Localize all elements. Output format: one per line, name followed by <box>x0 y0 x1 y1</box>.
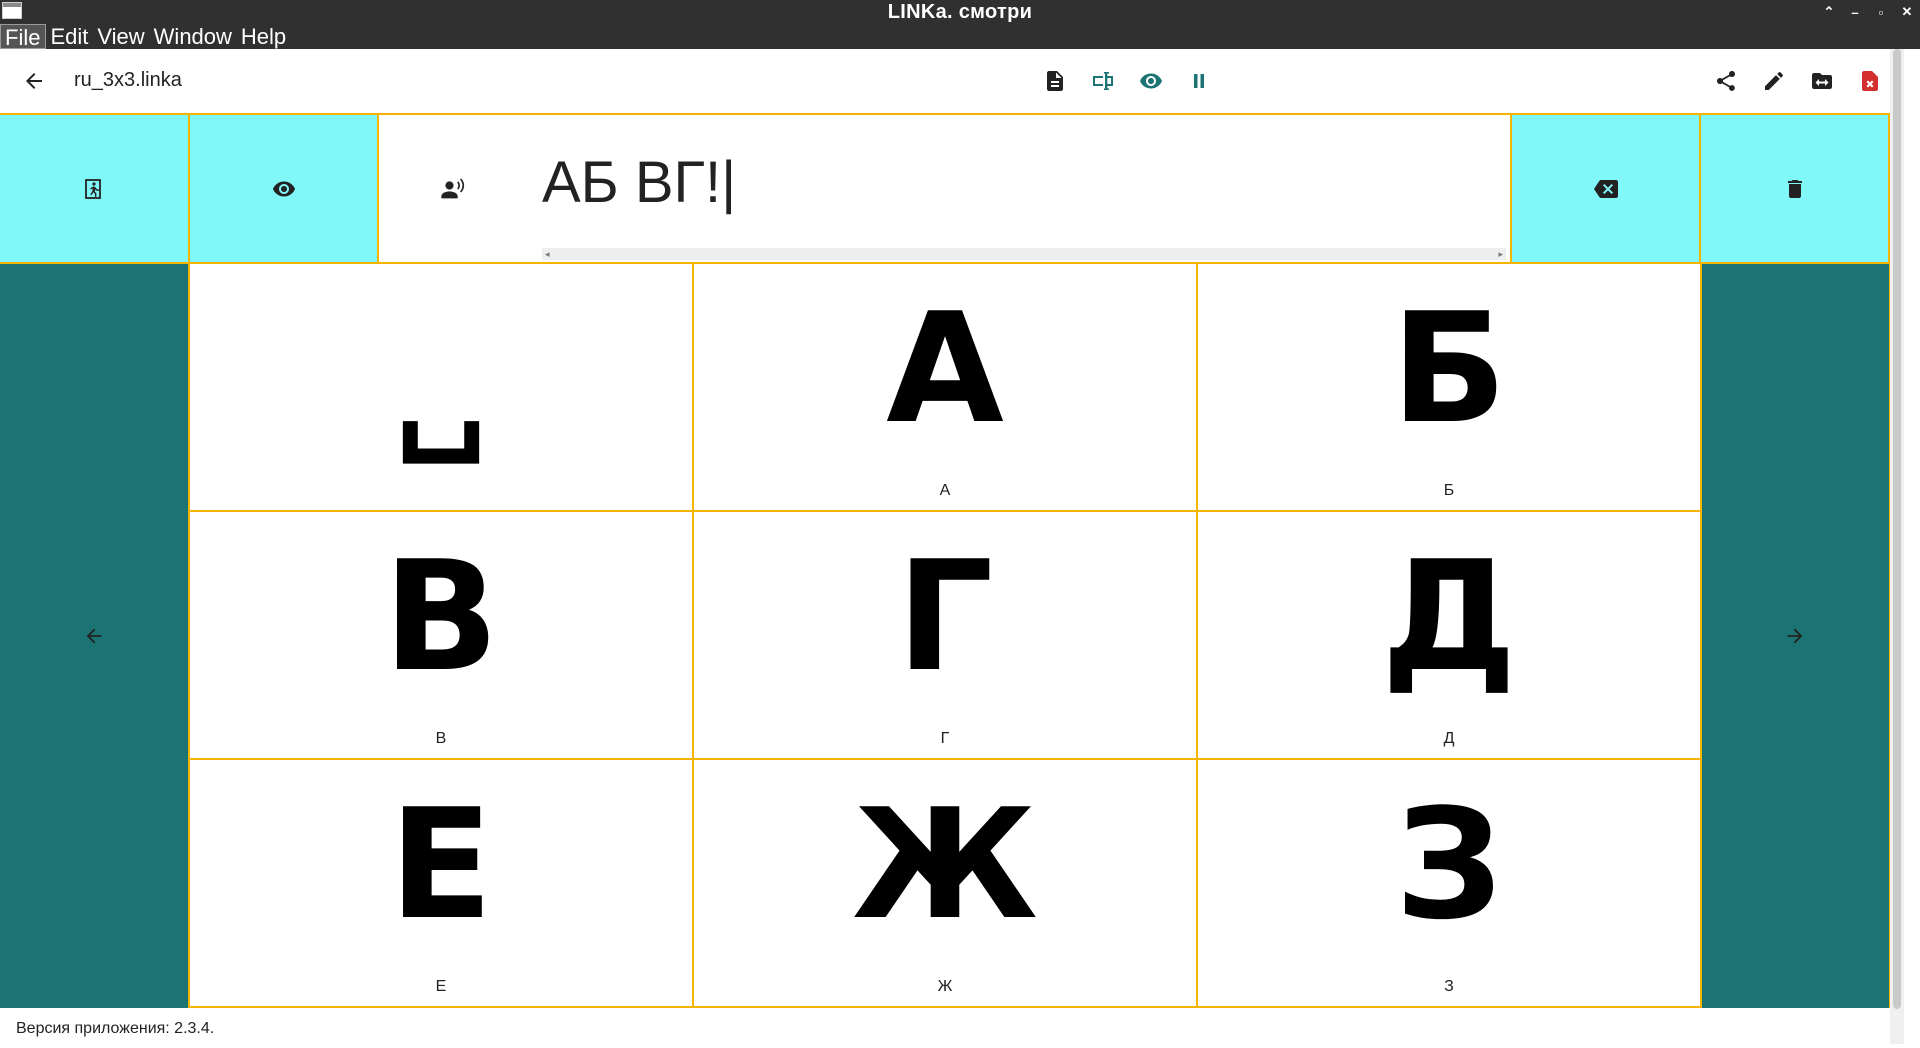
letter-cell[interactable]: А А <box>694 264 1198 512</box>
output-text: АБ ВГ!| <box>542 150 737 215</box>
pause-icon <box>1194 74 1204 88</box>
arrow-left-icon <box>26 73 42 89</box>
open-folder-button[interactable] <box>1802 61 1842 101</box>
folder-swap-icon <box>1812 73 1832 89</box>
text-cursor-button[interactable] <box>1083 61 1123 101</box>
cell-caption: З <box>1444 978 1454 995</box>
text-cursor-icon <box>1093 72 1113 90</box>
window-title: LINKa. смотри <box>887 1 1033 23</box>
document-button[interactable] <box>1035 61 1075 101</box>
cell-caption: Г <box>940 730 950 747</box>
version-text: Версия приложения: 2.3.4. <box>16 1020 215 1037</box>
cell-glyph: Ж <box>851 776 1039 953</box>
letter-cell[interactable]: Ж Ж <box>694 760 1198 1008</box>
cell-caption: Е <box>435 978 447 995</box>
cell-glyph: А <box>886 280 1004 457</box>
output-row: АБ ВГ!| ◂ ▸ <box>0 113 1890 264</box>
exit-icon <box>85 178 101 199</box>
letter-cell[interactable]: Д Д <box>1198 512 1702 760</box>
cell-glyph: В <box>383 528 499 705</box>
output-text-area[interactable]: АБ ВГ!| ◂ ▸ <box>379 115 1512 262</box>
status-bar: Версия приложения: 2.3.4. <box>0 1008 1890 1048</box>
cell-glyph: Д <box>1381 528 1517 705</box>
edit-button[interactable] <box>1754 61 1794 101</box>
letter-cell[interactable]: З З <box>1198 760 1702 1008</box>
cell-caption: Д <box>1443 730 1455 747</box>
menu-help[interactable]: Help <box>237 24 291 49</box>
scroll-right-icon[interactable]: ▸ <box>1498 248 1503 260</box>
scrollbar-thumb[interactable] <box>1893 49 1901 1009</box>
app-toolbar: ru_3x3.linka <box>0 49 1900 113</box>
share-icon <box>1717 71 1735 91</box>
eye-tile[interactable] <box>190 115 379 262</box>
prev-page-button[interactable] <box>0 264 190 1008</box>
delete-file-icon <box>1862 71 1878 91</box>
menu-view[interactable]: View <box>93 24 149 49</box>
pause-button[interactable] <box>1179 61 1219 101</box>
letter-grid: ␣ А А Б Б В В Г Г Д Д Е Е Ж Ж З З <box>190 264 1702 1008</box>
letter-cell[interactable]: Е Е <box>190 760 694 1008</box>
cell-glyph: З <box>1395 776 1503 953</box>
scroll-left-icon[interactable]: ◂ <box>545 248 550 260</box>
cell-caption: Ж <box>937 978 953 995</box>
letter-cell[interactable]: Г Г <box>694 512 1198 760</box>
cell-caption: Б <box>1443 482 1455 499</box>
eye-icon <box>1140 73 1162 89</box>
cell-caption: А <box>939 482 951 499</box>
letter-cell[interactable]: Б Б <box>1198 264 1702 512</box>
arrow-left-icon <box>86 628 102 644</box>
cell-glyph: ␣ <box>394 313 488 465</box>
title-bar: LINKa. смотри ⌃ – ▫ ✕ <box>0 0 1920 24</box>
output-scrollbar[interactable]: ◂ ▸ <box>542 248 1506 260</box>
cell-caption: В <box>435 730 447 747</box>
minimize-button[interactable]: – <box>1848 5 1862 20</box>
app-window: LINKa. смотри ⌃ – ▫ ✕ File Edit View Win… <box>0 0 1920 1048</box>
cell-glyph: Б <box>1391 280 1507 457</box>
document-icon <box>1047 71 1063 91</box>
shade-button[interactable]: ⌃ <box>1822 4 1836 20</box>
menu-file[interactable]: File <box>0 24 47 50</box>
close-button[interactable]: ✕ <box>1900 4 1914 20</box>
share-button[interactable] <box>1706 61 1746 101</box>
window-scrollbar[interactable] <box>1890 49 1904 1044</box>
backspace-icon <box>1593 179 1618 198</box>
window-controls: ⌃ – ▫ ✕ <box>1822 0 1914 24</box>
letter-cell[interactable]: ␣ <box>190 264 694 512</box>
back-button[interactable] <box>14 61 54 101</box>
backspace-tile[interactable] <box>1512 115 1701 262</box>
eye-mode-button[interactable] <box>1131 61 1171 101</box>
clear-tile[interactable] <box>1701 115 1890 262</box>
trash-icon <box>1787 179 1802 198</box>
speak-icon[interactable] <box>439 175 467 203</box>
menu-bar: File Edit View Window Help <box>0 24 1920 50</box>
letter-cell[interactable]: В В <box>190 512 694 760</box>
maximize-button[interactable]: ▫ <box>1874 5 1888 20</box>
cell-glyph: Г <box>896 528 994 705</box>
next-page-button[interactable] <box>1701 264 1891 1008</box>
cell-glyph: Е <box>389 776 493 953</box>
menu-edit[interactable]: Edit <box>46 24 93 49</box>
menu-window[interactable]: Window <box>150 24 237 49</box>
arrow-right-icon <box>1787 628 1803 644</box>
exit-tile[interactable] <box>0 115 190 262</box>
delete-file-button[interactable] <box>1850 61 1890 101</box>
edit-icon <box>1765 72 1783 90</box>
file-name: ru_3x3.linka <box>74 69 182 91</box>
eye-icon <box>272 181 295 196</box>
